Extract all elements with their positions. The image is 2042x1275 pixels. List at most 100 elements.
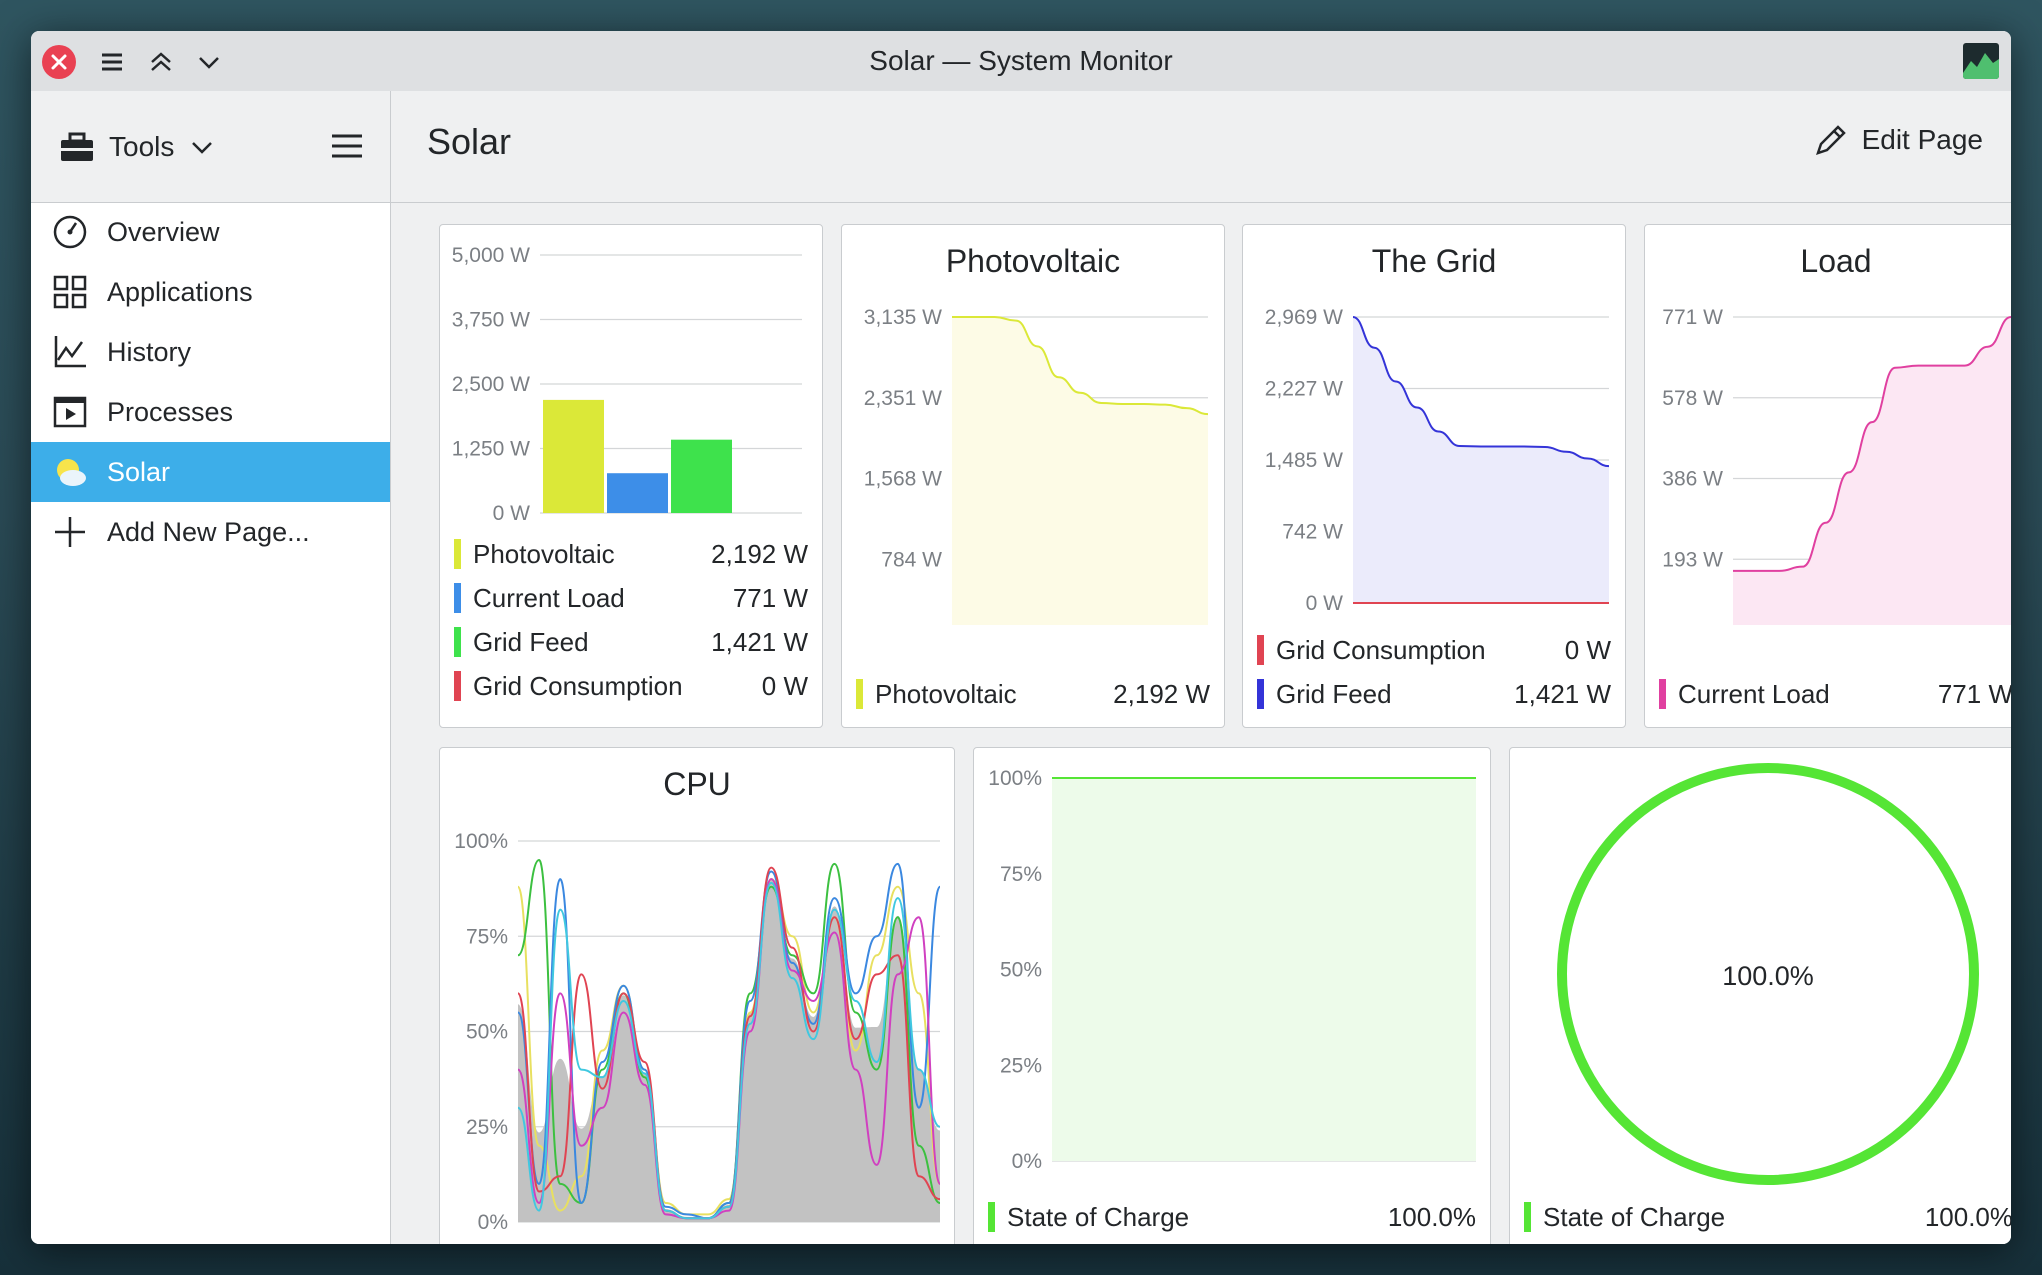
sidebar-header: Tools bbox=[31, 91, 390, 203]
y-tick-label: 2,351 W bbox=[864, 387, 942, 410]
sidebar-item-label: Solar bbox=[107, 456, 171, 487]
chart-icon bbox=[51, 333, 89, 371]
legend-item: Current Load 771 W bbox=[454, 579, 808, 617]
weather-sun-icon bbox=[51, 453, 89, 491]
sidebar-item-history[interactable]: History bbox=[31, 322, 390, 382]
system-monitor-app-icon bbox=[1963, 43, 1999, 79]
legend-item: State of Charge 100.0% bbox=[1524, 1198, 2011, 1236]
bar bbox=[607, 473, 668, 513]
legend-label: Grid Consumption bbox=[1276, 634, 1486, 665]
edit-page-label: Edit Page bbox=[1861, 124, 1983, 155]
legend-swatch bbox=[454, 583, 461, 613]
y-tick-label: 25% bbox=[1000, 1054, 1042, 1077]
sidebar-item-overview[interactable]: Overview bbox=[31, 202, 390, 262]
legend-swatch bbox=[1257, 635, 1264, 665]
grid-chart: 0 W 742 W 1,485 W 2,227 W 2,969 W bbox=[1265, 306, 1610, 615]
app-window: Solar — System Monitor Tools Overview Ap bbox=[31, 31, 2011, 1244]
sidebar-item-processes[interactable]: Processes bbox=[31, 382, 390, 442]
y-tick-label: 0% bbox=[478, 1211, 508, 1234]
legend-label: Grid Consumption bbox=[473, 670, 683, 701]
legend-label: Grid Feed bbox=[473, 626, 589, 657]
y-tick-label: 3,750 W bbox=[452, 309, 530, 332]
sidebar-item-add-new-page[interactable]: Add New Page... bbox=[31, 502, 390, 562]
y-tick-label: 193 W bbox=[1662, 548, 1723, 571]
y-tick-label: 3,135 W bbox=[864, 306, 942, 329]
cpu-chart: 0% 25% 50% 75% 100% bbox=[454, 830, 941, 1234]
bar bbox=[671, 439, 732, 513]
legend-item: Grid Consumption 0 W bbox=[1257, 631, 1611, 669]
sidebar-item-applications[interactable]: Applications bbox=[31, 262, 390, 322]
y-tick-label: 5,000 W bbox=[452, 244, 530, 267]
y-tick-label: 2,227 W bbox=[1265, 378, 1343, 401]
load-card: Load 0 W193 W386 W578 W771 W Current Loa… bbox=[1644, 224, 2011, 728]
y-tick-label: 771 W bbox=[1662, 306, 1723, 329]
legend-value: 1,421 W bbox=[711, 626, 808, 657]
state-of-charge-chart: 0% 25% 50% 75% 100% bbox=[988, 767, 1476, 1173]
chevron-down-icon bbox=[192, 142, 213, 154]
legend-value: 0 W bbox=[1564, 634, 1611, 665]
main-area: Solar Edit Page 0 W 1,250 W 2,500 W 3,750 W… bbox=[391, 91, 2011, 1244]
y-tick-label: 0 W bbox=[493, 502, 531, 525]
y-tick-label: 742 W bbox=[1282, 521, 1343, 544]
state-of-charge-area bbox=[1052, 778, 1476, 1161]
photovoltaic-area bbox=[952, 317, 1208, 625]
cpu-card: CPU 0% 25% 50% 75% 100% bbox=[439, 747, 955, 1244]
y-tick-label: 100% bbox=[988, 767, 1042, 790]
title-bar: Solar — System Monitor bbox=[31, 31, 2011, 91]
y-tick-label: 25% bbox=[466, 1116, 508, 1139]
y-tick-label: 1,250 W bbox=[452, 438, 530, 461]
y-tick-label: 0 W bbox=[1306, 592, 1344, 615]
plus-icon bbox=[51, 513, 89, 551]
legend-label: Photovoltaic bbox=[875, 678, 1017, 709]
state-of-charge-gauge: 100.0% bbox=[1557, 763, 1979, 1185]
sidebar-item-label: Applications bbox=[107, 276, 253, 307]
legend-value: 2,192 W bbox=[1113, 678, 1210, 709]
legend-label: State of Charge bbox=[1543, 1201, 1726, 1232]
load-chart: 0 W193 W386 W578 W771 W bbox=[1662, 306, 2011, 625]
legend-label: Current Load bbox=[473, 582, 625, 613]
legend-value: 771 W bbox=[732, 582, 808, 613]
sidebar-item-solar[interactable]: Solar bbox=[31, 442, 390, 502]
y-tick-label: 1,485 W bbox=[1265, 449, 1343, 472]
legend: Current Load 771 W bbox=[1659, 675, 2011, 719]
legend: Grid Consumption 0 W Grid Feed 1,421 W bbox=[1257, 631, 1611, 719]
legend-item: Grid Feed 1,421 W bbox=[454, 623, 808, 661]
legend-label: Grid Feed bbox=[1276, 678, 1392, 709]
y-tick-label: 75% bbox=[1000, 863, 1042, 886]
legend-value: 1,421 W bbox=[1514, 678, 1611, 709]
legend-label: Photovoltaic bbox=[473, 538, 615, 569]
gauge-value: 100.0% bbox=[1722, 961, 1814, 991]
tools-dropdown[interactable]: Tools bbox=[59, 123, 214, 171]
legend: Photovoltaic 2,192 W Current Load 771 W Gr… bbox=[454, 535, 808, 725]
sidebar-item-label: Processes bbox=[107, 396, 234, 427]
power-overview-card: 0 W 1,250 W 2,500 W 3,750 W 5,000 W Photovol… bbox=[439, 224, 823, 728]
bar bbox=[543, 399, 604, 513]
legend-swatch bbox=[454, 671, 461, 701]
state-of-charge-chart-card: 0% 25% 50% 75% 100% State of Charge 100.0% bbox=[973, 747, 1491, 1244]
edit-page-button[interactable]: Edit Page bbox=[1814, 123, 1983, 157]
y-tick-label: 50% bbox=[466, 1021, 508, 1044]
sidebar: Tools Overview Applications History Proc… bbox=[31, 91, 391, 1244]
legend-swatch bbox=[1524, 1202, 1531, 1232]
sidebar-menu-button[interactable] bbox=[330, 131, 364, 166]
legend-value: 100.0% bbox=[1387, 1201, 1476, 1232]
page-title: Solar bbox=[427, 121, 512, 162]
y-tick-label: 2,969 W bbox=[1265, 306, 1343, 329]
photovoltaic-card: Photovoltaic 0 W784 W1,568 W2,351 W3,135… bbox=[841, 224, 1225, 728]
page-list: Overview Applications History Processes … bbox=[31, 202, 390, 562]
y-tick-label: 100% bbox=[454, 830, 508, 853]
page-header: Solar Edit Page bbox=[391, 91, 2011, 203]
y-tick-label: 386 W bbox=[1662, 468, 1723, 491]
y-tick-label: 784 W bbox=[881, 548, 942, 571]
speedometer-icon bbox=[51, 213, 89, 251]
y-tick-label: 75% bbox=[466, 925, 508, 948]
photovoltaic-chart: 0 W784 W1,568 W2,351 W3,135 W bbox=[864, 306, 1209, 625]
legend-item: Current Load 771 W bbox=[1659, 675, 2011, 713]
legend-swatch bbox=[1257, 679, 1264, 709]
y-tick-label: 2,500 W bbox=[452, 373, 530, 396]
toolbox-icon bbox=[61, 132, 93, 161]
legend-item: Grid Feed 1,421 W bbox=[1257, 675, 1611, 713]
hamburger-menu-icon bbox=[332, 134, 362, 158]
legend-value: 100.0% bbox=[1924, 1201, 2011, 1232]
legend-item: Photovoltaic 2,192 W bbox=[454, 535, 808, 573]
